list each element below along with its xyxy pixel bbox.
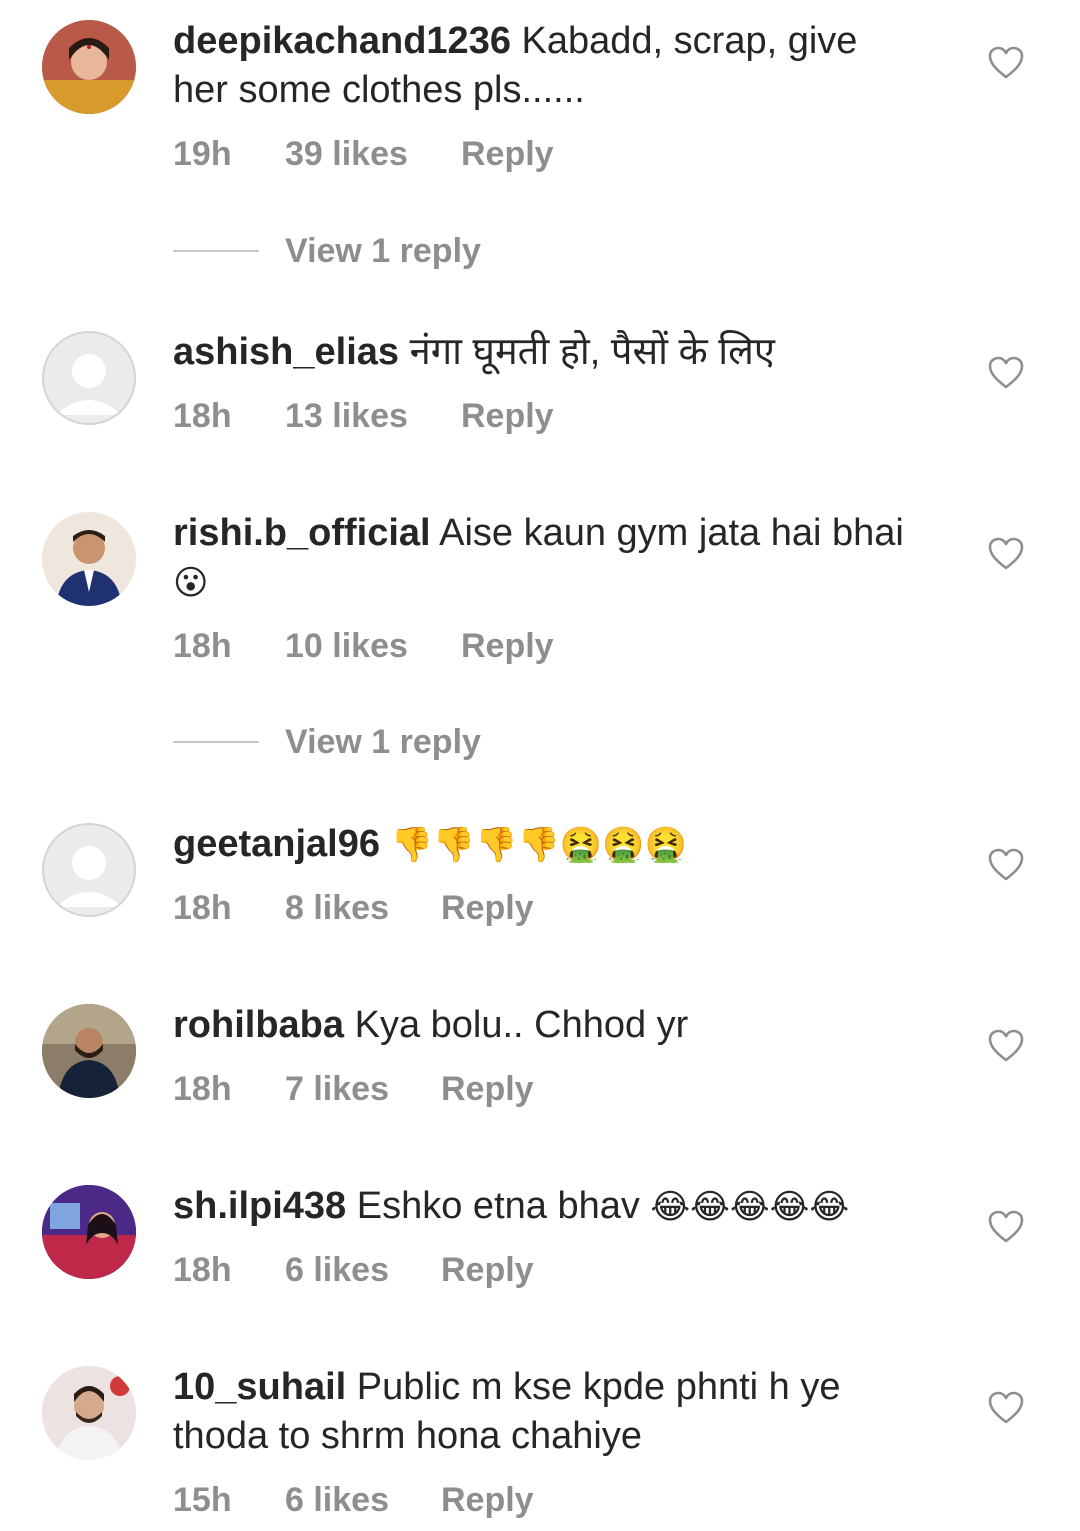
comment-meta: 19h 39 likes Reply — [173, 134, 554, 174]
comment-username[interactable]: rishi.b_official — [173, 512, 431, 554]
replies-divider-line — [173, 741, 259, 743]
comment-emoji: 👎👎👎👎🤮🤮🤮 — [390, 825, 687, 865]
comment-text: rohilbaba Kya bolu.. Chhod yr — [173, 1001, 963, 1050]
comment-text: geetanjal96 👎👎👎👎🤮🤮🤮 — [173, 820, 963, 870]
view-replies-button[interactable]: View 1 reply — [173, 231, 481, 271]
heart-outline-icon[interactable] — [988, 537, 1024, 571]
comment-likes-count[interactable]: 7 likes — [285, 1069, 441, 1109]
heart-outline-icon[interactable] — [988, 848, 1024, 882]
comment-text: deepikachand1236 Kabadd, scrap, give her… — [173, 17, 963, 115]
avatar-photo — [42, 512, 136, 606]
comment-meta: 15h 6 likes Reply — [173, 1480, 534, 1520]
comment-likes-count[interactable]: 6 likes — [285, 1480, 441, 1520]
avatar[interactable] — [42, 20, 136, 114]
view-replies-button[interactable]: View 1 reply — [173, 722, 481, 762]
avatar[interactable] — [42, 1004, 136, 1098]
comment-text: 10_suhail Public m kse kpde phnti h ye t… — [173, 1363, 963, 1461]
comment-meta: 18h 13 likes Reply — [173, 396, 554, 436]
comment-username[interactable]: rohilbaba — [173, 1004, 344, 1046]
comment-text: sh.ilpi438 Eshko etna bhav 😂😂😂😂😂 — [173, 1182, 963, 1232]
comment-meta: 18h 10 likes Reply — [173, 626, 554, 666]
heart-outline-icon[interactable] — [988, 1210, 1024, 1244]
comment-message-line2: thoda to shrm hona chahiye — [173, 1415, 642, 1457]
comment-likes-count[interactable]: 10 likes — [285, 626, 461, 666]
comment-likes-count[interactable]: 6 likes — [285, 1250, 441, 1290]
avatar-photo — [42, 1366, 136, 1460]
comment-emoji: 😂😂😂😂😂 — [650, 1187, 850, 1227]
heart-outline-icon[interactable] — [988, 1029, 1024, 1063]
comment-timestamp: 18h — [173, 397, 232, 435]
view-replies-label[interactable]: View 1 reply — [285, 723, 481, 762]
avatar-photo — [42, 1185, 136, 1279]
comment-timestamp: 18h — [173, 1251, 232, 1289]
comment-username[interactable]: ashish_elias — [173, 331, 399, 373]
reply-button[interactable]: Reply — [461, 396, 554, 436]
avatar-photo — [42, 20, 136, 114]
comment-likes-count[interactable]: 39 likes — [285, 134, 461, 174]
avatar[interactable] — [42, 512, 136, 606]
comment-username[interactable]: 10_suhail — [173, 1366, 346, 1408]
avatar[interactable] — [42, 823, 136, 917]
comment-message: नंगा घूमती हो, पैसों के लिए — [409, 331, 775, 373]
comment-username[interactable]: deepikachand1236 — [173, 20, 511, 62]
avatar-photo — [42, 1004, 136, 1098]
comment-message: Kya bolu.. Chhod yr — [354, 1004, 689, 1046]
heart-outline-icon[interactable] — [988, 46, 1024, 80]
comment-message: Kabadd, scrap, give — [521, 20, 858, 62]
comment-meta: 18h 8 likes Reply — [173, 888, 534, 928]
person-silhouette-icon — [56, 846, 122, 907]
comment-text: rishi.b_official Aise kaun gym jata hai … — [173, 509, 963, 608]
comment-meta: 18h 6 likes Reply — [173, 1250, 534, 1290]
comment-timestamp: 18h — [173, 627, 232, 665]
reply-button[interactable]: Reply — [461, 626, 554, 666]
comment-meta: 18h 7 likes Reply — [173, 1069, 534, 1109]
avatar[interactable] — [42, 1366, 136, 1460]
reply-button[interactable]: Reply — [441, 1069, 534, 1109]
comment-emoji: 😮 — [173, 563, 209, 603]
comment-likes-count[interactable]: 13 likes — [285, 396, 461, 436]
comment-username[interactable]: sh.ilpi438 — [173, 1185, 346, 1227]
view-replies-label[interactable]: View 1 reply — [285, 232, 481, 271]
comment-timestamp: 19h — [173, 135, 232, 173]
avatar[interactable] — [42, 331, 136, 425]
person-silhouette-icon — [56, 354, 122, 415]
comment-likes-count[interactable]: 8 likes — [285, 888, 441, 928]
comment-timestamp: 18h — [173, 889, 232, 927]
reply-button[interactable]: Reply — [461, 134, 554, 174]
comment-message: Aise kaun gym jata hai bhai — [439, 512, 904, 554]
reply-button[interactable]: Reply — [441, 1250, 534, 1290]
replies-divider-line — [173, 250, 259, 252]
heart-outline-icon[interactable] — [988, 1391, 1024, 1425]
comment-username[interactable]: geetanjal96 — [173, 823, 380, 865]
comment-timestamp: 15h — [173, 1481, 232, 1519]
heart-outline-icon[interactable] — [988, 356, 1024, 390]
reply-button[interactable]: Reply — [441, 888, 534, 928]
comment-message: Eshko etna bhav — [356, 1185, 640, 1227]
comment-text: ashish_elias नंगा घूमती हो, पैसों के लिए — [173, 328, 963, 377]
avatar[interactable] — [42, 1185, 136, 1279]
comment-message-line2: her some clothes pls...... — [173, 69, 585, 111]
comment-message: Public m kse kpde phnti h ye — [356, 1366, 841, 1408]
comment-timestamp: 18h — [173, 1070, 232, 1108]
reply-button[interactable]: Reply — [441, 1480, 534, 1520]
